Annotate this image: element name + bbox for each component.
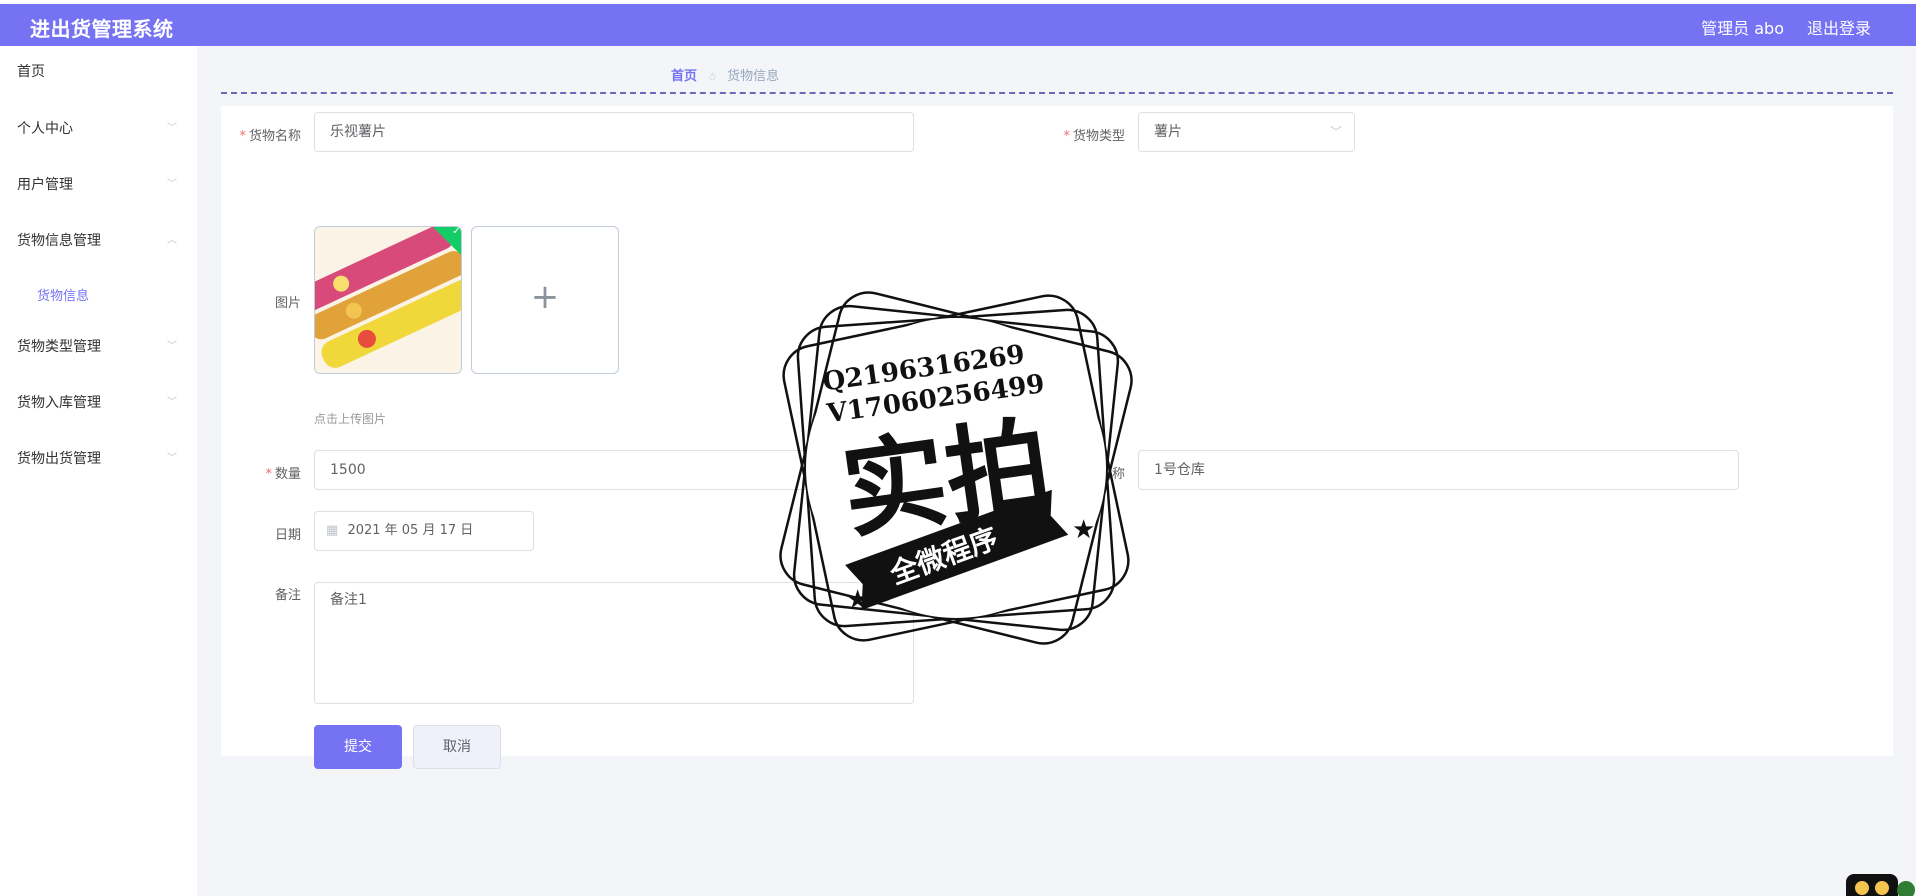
app-title: 进出货管理系统 [30, 17, 174, 41]
sidebar-item-label: 用户管理 [17, 177, 73, 193]
sidebar-item-label: 货物信息管理 [17, 233, 101, 249]
sidebar-item-profile[interactable]: 个人中心 ﹀ [17, 117, 177, 141]
plus-icon: + [530, 277, 560, 317]
mascot-icon [1846, 874, 1915, 896]
divider [221, 92, 1893, 94]
sidebar-item-goods-type[interactable]: 货物类型管理 ﹀ [17, 335, 177, 359]
sidebar: 首页 个人中心 ﹀ 用户管理 ﹀ 货物信息管理 ︿ 货物信息 货物类型管理 ﹀ … [0, 46, 197, 896]
sidebar-item-label: 货物入库管理 [17, 395, 101, 411]
date-label: 日期 [274, 528, 301, 543]
chevron-up-icon: ︿ [167, 235, 177, 246]
sidebar-item-users[interactable]: 用户管理 ﹀ [17, 173, 177, 197]
sidebar-item-stock-out[interactable]: 货物出货管理 ﹀ [17, 447, 177, 471]
sidebar-item-label: 首页 [17, 64, 45, 80]
remark-label: 备注 [274, 588, 301, 603]
goods-name-input[interactable]: 乐视薯片 [314, 112, 914, 152]
required-mark: * [265, 467, 272, 482]
uploaded-image[interactable]: ✓ [314, 226, 462, 374]
sidebar-item-goods-info[interactable]: 货物信息管理 ︿ [17, 229, 177, 253]
breadcrumb-home[interactable]: 首页 [671, 69, 697, 84]
current-user: 管理员 abo [1701, 19, 1784, 38]
chevron-down-icon: ﹀ [167, 453, 177, 464]
chips-image [315, 227, 461, 373]
star-icon: ★ [1072, 515, 1095, 545]
upload-add-button[interactable]: + [471, 226, 619, 374]
watermark-stamp: Q2196316269 V17060256499 实拍 全微程序 ★ ★ [779, 291, 1133, 645]
required-mark: * [1063, 129, 1070, 144]
goods-type-select[interactable]: 薯片 ﹀ [1138, 112, 1355, 152]
chevron-down-icon: ﹀ [167, 341, 177, 352]
check-icon: ✓ [452, 226, 461, 237]
breadcrumb: 首页 ☃ 货物信息 [671, 65, 779, 84]
upload-hint: 点击上传图片 [314, 412, 387, 426]
top-bar: 进出货管理系统 管理员 abo 退出登录 [0, 4, 1916, 46]
sidebar-item-stock-in[interactable]: 货物入库管理 ﹀ [17, 391, 177, 415]
chevron-down-icon: ﹀ [167, 397, 177, 408]
chevron-down-icon: ﹀ [167, 123, 177, 134]
quantity-label: * 数量 [265, 467, 301, 482]
sidebar-item-label: 货物出货管理 [17, 451, 101, 467]
breadcrumb-current: 货物信息 [727, 69, 780, 84]
calendar-icon: ▦ [326, 523, 339, 538]
sidebar-item-label: 货物类型管理 [17, 339, 101, 355]
date-picker[interactable]: ▦ 2021 年 05 月 17 日 [314, 511, 534, 551]
required-mark: * [239, 129, 246, 144]
logout-link[interactable]: 退出登录 [1807, 15, 1871, 39]
sidebar-subitem-goods-info[interactable]: 货物信息 [37, 285, 89, 304]
sidebar-item-home[interactable]: 首页 [17, 60, 177, 84]
submit-button[interactable]: 提交 [314, 725, 402, 769]
image-label: 图片 [274, 296, 301, 311]
warehouse-input[interactable]: 1号仓库 [1138, 450, 1739, 490]
type-label: * 货物类型 [1063, 129, 1125, 144]
date-value: 2021 年 05 月 17 日 [347, 523, 474, 538]
name-label: * 货物名称 [239, 129, 301, 144]
separator-icon: ☃ [707, 70, 718, 83]
sidebar-item-label: 个人中心 [17, 121, 73, 137]
cancel-button[interactable]: 取消 [413, 725, 501, 769]
chevron-down-icon: ﹀ [1329, 125, 1342, 139]
select-value: 薯片 [1154, 124, 1182, 140]
star-icon: ★ [846, 585, 869, 615]
chevron-down-icon: ﹀ [167, 179, 177, 190]
